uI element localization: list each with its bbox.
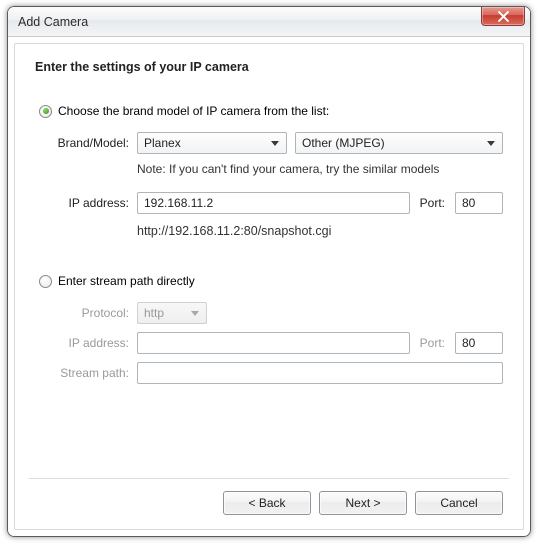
close-icon xyxy=(498,11,509,22)
radio-icon xyxy=(39,275,52,288)
chevron-down-icon xyxy=(483,141,498,146)
chevron-down-icon xyxy=(267,141,282,146)
back-button[interactable]: < Back xyxy=(223,491,311,515)
option-a-fields: Brand/Model: Planex Other (MJPEG) xyxy=(45,132,503,238)
port-input-a[interactable] xyxy=(455,192,503,214)
next-button[interactable]: Next > xyxy=(319,491,407,515)
add-camera-window: Add Camera Enter the settings of your IP… xyxy=(7,6,531,537)
titlebar: Add Camera xyxy=(8,7,530,37)
protocol-select[interactable]: http xyxy=(137,302,207,324)
model-select[interactable]: Other (MJPEG) xyxy=(295,132,503,154)
model-value: Other (MJPEG) xyxy=(302,136,385,150)
radio-icon xyxy=(39,105,52,118)
port-label-a: Port: xyxy=(420,196,445,210)
page-heading: Enter the settings of your IP camera xyxy=(35,60,503,74)
ip-input-b[interactable] xyxy=(137,332,410,354)
option-b-fields: Protocol: http IP address: Port: xyxy=(45,302,503,384)
chevron-down-icon xyxy=(187,311,202,316)
protocol-label: Protocol: xyxy=(45,306,137,320)
radio-label: Choose the brand model of IP camera from… xyxy=(58,104,329,118)
brand-value: Planex xyxy=(144,136,181,150)
close-button[interactable] xyxy=(481,7,525,26)
port-input-b[interactable] xyxy=(455,332,503,354)
port-label-b: Port: xyxy=(420,336,445,350)
brand-select[interactable]: Planex xyxy=(137,132,287,154)
ip-label-b: IP address: xyxy=(45,336,137,350)
radio-label: Enter stream path directly xyxy=(58,274,195,288)
brand-model-label: Brand/Model: xyxy=(45,136,137,150)
note-text: Note: If you can't find your camera, try… xyxy=(137,162,503,176)
wizard-buttons: < Back Next > Cancel xyxy=(35,491,503,515)
cancel-button[interactable]: Cancel xyxy=(415,491,503,515)
stream-path-label: Stream path: xyxy=(45,366,137,380)
divider xyxy=(29,478,509,479)
protocol-value: http xyxy=(144,306,164,320)
ip-input-a[interactable] xyxy=(137,192,410,214)
radio-enter-stream-path[interactable]: Enter stream path directly xyxy=(39,274,503,288)
radio-choose-from-list[interactable]: Choose the brand model of IP camera from… xyxy=(39,104,503,118)
stream-path-input[interactable] xyxy=(137,362,503,384)
ip-label-a: IP address: xyxy=(45,196,137,210)
window-title: Add Camera xyxy=(18,15,88,29)
generated-url: http://192.168.11.2:80/snapshot.cgi xyxy=(137,224,503,238)
